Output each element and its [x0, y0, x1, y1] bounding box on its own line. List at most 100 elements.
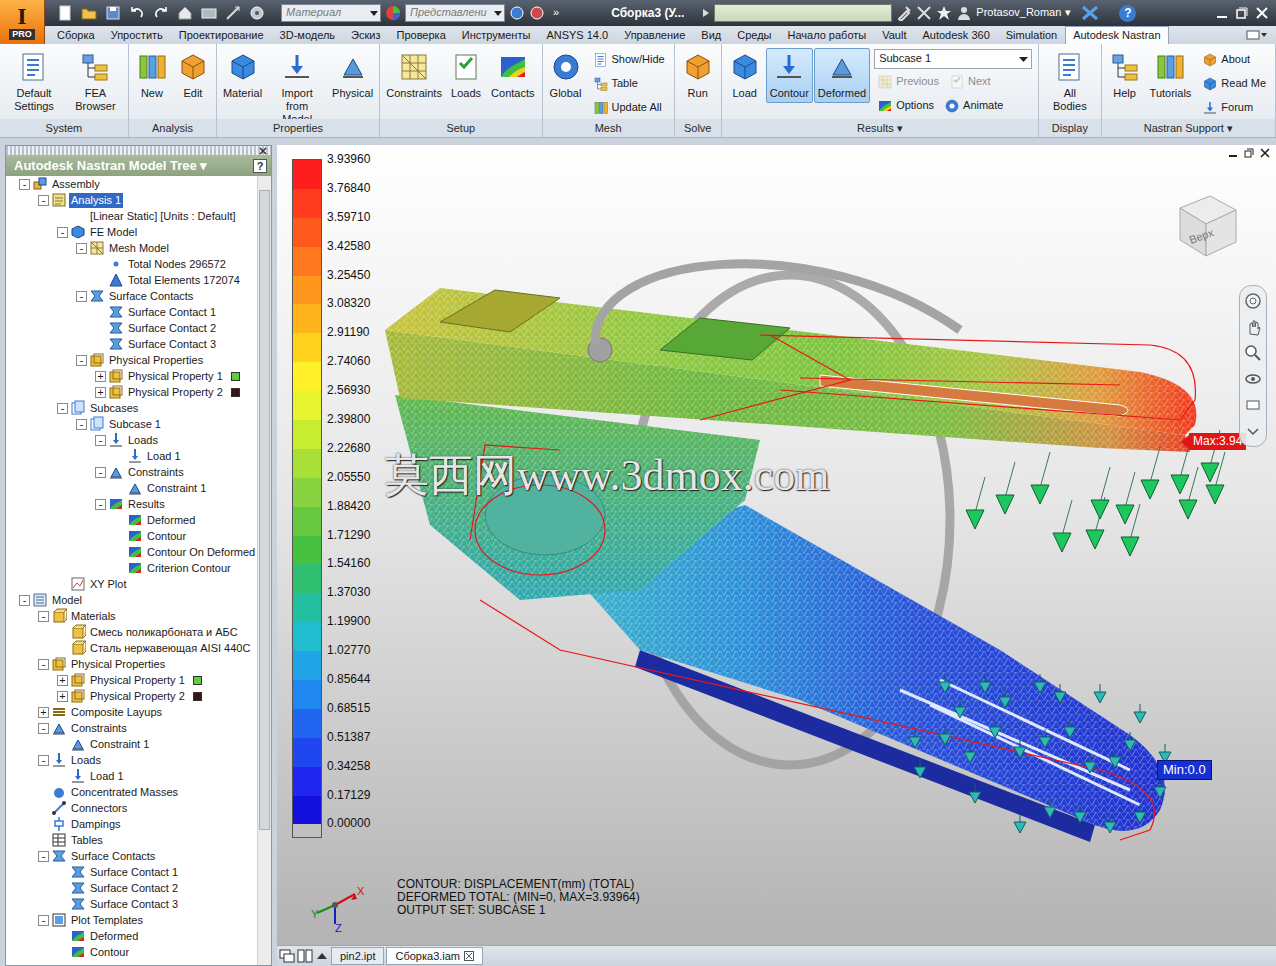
expand-toggle[interactable]: +	[57, 691, 68, 702]
tree-label[interactable]: Concentrated Masses	[69, 785, 180, 800]
look-icon[interactable]	[1244, 396, 1262, 414]
ribbon-button[interactable]: New	[132, 48, 172, 103]
tree-row[interactable]: Total Elements 172074	[6, 272, 257, 288]
orbit-icon[interactable]	[1244, 370, 1262, 388]
tree-label[interactable]: Constraint 1	[145, 481, 208, 496]
tree-label[interactable]: Dampings	[69, 817, 123, 832]
group-label[interactable]: Mesh	[543, 119, 674, 137]
tree-label[interactable]: Surface Contact 1	[88, 865, 180, 880]
ribbon-small-button[interactable]: Update All	[590, 97, 665, 119]
ribbon-button[interactable]: Load	[725, 48, 765, 103]
exchange-apps-icon[interactable]	[1081, 5, 1099, 21]
expand-toggle[interactable]: -	[95, 499, 106, 510]
tree-row[interactable]: [Linear Static] [Units : Default]	[6, 208, 257, 224]
tree-label[interactable]: Physical Properties	[69, 657, 167, 672]
expand-toggle[interactable]: -	[38, 755, 49, 766]
ribbon-button[interactable]: Material	[220, 48, 265, 103]
ribbon-tab[interactable]: Autodesk 360	[914, 26, 997, 44]
tree-label[interactable]: Surface Contacts	[69, 849, 157, 864]
expand-toggle[interactable]: -	[57, 227, 68, 238]
tree-row[interactable]: Criterion Contour	[6, 560, 257, 576]
ribbon-small-button[interactable]: Forum	[1199, 97, 1256, 119]
star-icon[interactable]	[936, 5, 952, 21]
expand-toggle[interactable]: +	[95, 387, 106, 398]
tree-row[interactable]: Load 1	[6, 448, 257, 464]
tile-windows-icon[interactable]	[297, 949, 313, 963]
close-icon[interactable]	[1260, 148, 1270, 158]
expand-icon[interactable]	[702, 8, 710, 18]
ribbon-button[interactable]: Import from Model	[266, 48, 328, 129]
tree-label[interactable]: [Linear Static] [Units : Default]	[88, 209, 238, 224]
tree-row[interactable]: -Subcases	[6, 400, 257, 416]
tree-label[interactable]: Assembly	[50, 177, 102, 192]
tree-row[interactable]: -Constraints	[6, 720, 257, 736]
ribbon-small-button[interactable]: Next	[946, 71, 994, 93]
group-label[interactable]: Solve	[675, 119, 721, 137]
panel-grip[interactable]	[6, 146, 271, 155]
expand-toggle[interactable]: -	[95, 467, 106, 478]
help-button[interactable]: ?	[253, 159, 267, 173]
tree-label[interactable]: Mesh Model	[107, 241, 171, 256]
tree-row[interactable]: Surface Contact 2	[6, 320, 257, 336]
tree-row[interactable]: Total Nodes 296572	[6, 256, 257, 272]
tree-row[interactable]: + Physical Property 2	[6, 384, 257, 400]
tree-row[interactable]: Connectors	[6, 800, 257, 816]
ribbon-tab[interactable]: 3D-модель	[272, 26, 343, 44]
subcase-select[interactable]: Subcase 1	[874, 49, 1032, 69]
ribbon-small-button[interactable]: Show/Hide	[590, 49, 668, 71]
ribbon-options-icon[interactable]	[1246, 29, 1268, 41]
ribbon-button[interactable]: Deformed	[814, 48, 870, 103]
expand-toggle[interactable]: -	[76, 419, 87, 430]
ribbon-button[interactable]: Contacts	[487, 48, 538, 103]
ribbon-tab[interactable]: Проверка	[389, 26, 454, 44]
group-label[interactable]: Nastran Support ▾	[1102, 119, 1275, 137]
ribbon-button[interactable]: Tutorials	[1146, 48, 1196, 103]
tree-label[interactable]: Surface Contact 3	[126, 337, 218, 352]
tree-label[interactable]: Criterion Contour	[145, 561, 233, 576]
tree-row[interactable]: +Physical Property 2	[6, 688, 257, 704]
ribbon-small-button[interactable]: Table	[590, 73, 641, 95]
binoculars-icon[interactable]	[896, 5, 912, 21]
expand-toggle[interactable]: +	[57, 675, 68, 686]
tree-label[interactable]: Analysis 1	[69, 193, 123, 208]
ribbon-tab[interactable]: Среды	[729, 26, 779, 44]
material-select[interactable]: Материал	[281, 4, 381, 22]
tree-row[interactable]: Contour	[6, 528, 257, 544]
undo-icon[interactable]	[129, 5, 145, 21]
tree-label[interactable]: Load 1	[88, 769, 126, 784]
ribbon-tab[interactable]: Simulation	[998, 26, 1065, 44]
scroll-thumb[interactable]	[259, 190, 270, 830]
tree-row[interactable]: -Plot Templates	[6, 912, 257, 928]
ribbon-tab[interactable]: Vault	[874, 26, 914, 44]
tree-row[interactable]: Смесь поликарбоната и АБС	[6, 624, 257, 640]
tree-label[interactable]: Surface Contact 1	[126, 305, 218, 320]
user-menu[interactable]: Protasov_Roman▾	[976, 6, 1071, 19]
tree-label[interactable]: Subcase 1	[107, 417, 163, 432]
tree-row[interactable]: -Physical Properties	[6, 656, 257, 672]
tree-label[interactable]: Physical Property 2	[126, 385, 225, 400]
tree-row[interactable]: Concentrated Masses	[6, 784, 257, 800]
ribbon-tab[interactable]: Autodesk Nastran	[1065, 26, 1168, 44]
color-wheel-icon[interactable]	[385, 5, 401, 21]
photo-icon[interactable]	[201, 5, 217, 21]
ribbon-tab[interactable]: Начало работы	[779, 26, 874, 44]
tree-label[interactable]: Surface Contact 2	[88, 881, 180, 896]
tree-label[interactable]: Surface Contact 2	[126, 321, 218, 336]
more-button[interactable]: »	[553, 6, 559, 19]
group-label[interactable]: System	[0, 119, 128, 137]
tree-row[interactable]: Dampings	[6, 816, 257, 832]
tree-row[interactable]: -Analysis 1	[6, 192, 257, 208]
close-icon[interactable]	[464, 951, 474, 961]
tree-label[interactable]: Constraint 1	[88, 737, 151, 752]
tree-label[interactable]: Surface Contacts	[107, 289, 195, 304]
tree-row[interactable]: -Loads	[6, 432, 257, 448]
ribbon-button[interactable]: Default Settings	[3, 48, 65, 116]
group-label[interactable]: Display	[1039, 119, 1100, 137]
ribbon-tab[interactable]: Инструменты	[454, 26, 539, 44]
clear-icon[interactable]	[529, 5, 545, 21]
tree-label[interactable]: Tables	[69, 833, 105, 848]
tree-label[interactable]: Load 1	[145, 449, 183, 464]
ribbon-button[interactable]: Edit	[173, 48, 213, 103]
expand-toggle[interactable]: -	[38, 611, 49, 622]
settings-icon[interactable]	[249, 5, 265, 21]
